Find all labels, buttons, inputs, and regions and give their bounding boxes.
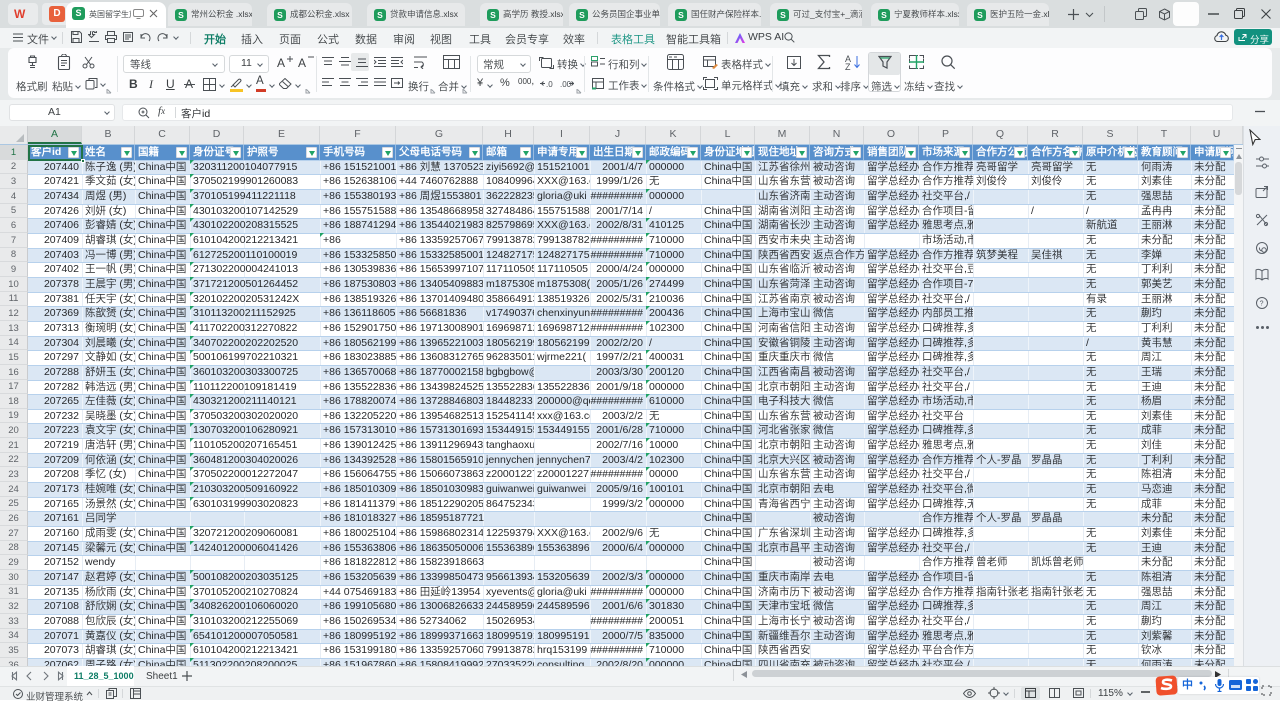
svg-text:?: ?	[1260, 301, 1264, 308]
